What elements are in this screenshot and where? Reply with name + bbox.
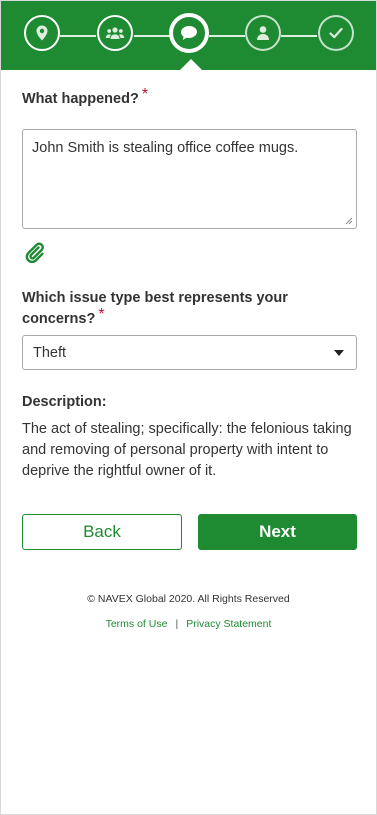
stepper-connector <box>60 35 96 37</box>
required-marker: * <box>98 306 105 323</box>
step-contact[interactable] <box>245 15 281 51</box>
stepper-connector <box>209 35 245 37</box>
step-people[interactable] <box>97 15 133 51</box>
footer-links: Terms of Use | Privacy Statement <box>1 618 376 630</box>
issue-type-label-text: Which issue type best represents your co… <box>22 290 288 327</box>
people-icon <box>105 27 125 39</box>
active-step-inner <box>173 17 205 49</box>
footer-separator: | <box>175 618 179 630</box>
step-details-active[interactable] <box>169 13 209 53</box>
what-happened-label-text: What happened? <box>22 91 139 107</box>
what-happened-value: John Smith is stealing office coffee mug… <box>32 140 299 156</box>
checkmark-icon <box>329 27 343 39</box>
terms-of-use-link[interactable]: Terms of Use <box>106 618 168 630</box>
chat-bubble-icon <box>181 26 197 40</box>
privacy-statement-link[interactable]: Privacy Statement <box>186 618 271 630</box>
active-step-pointer <box>180 59 202 70</box>
stepper-connector <box>281 35 317 37</box>
dropdown-caret-icon <box>334 349 344 356</box>
back-button[interactable]: Back <box>22 514 182 550</box>
step-review[interactable] <box>318 15 354 51</box>
paperclip-icon[interactable] <box>23 241 45 263</box>
description-label: Description: <box>22 394 107 410</box>
step-location[interactable] <box>24 15 60 51</box>
issue-type-label: Which issue type best represents your co… <box>22 288 322 330</box>
issue-type-select[interactable]: Theft <box>22 335 357 370</box>
person-icon <box>257 26 269 40</box>
what-happened-textarea[interactable]: John Smith is stealing office coffee mug… <box>22 129 357 229</box>
resize-handle-icon[interactable] <box>345 217 353 225</box>
description-text: The act of stealing; specifically: the f… <box>22 421 352 479</box>
location-pin-icon <box>36 25 48 41</box>
report-form-screen: What happened? * John Smith is stealing o… <box>0 0 377 815</box>
required-marker: * <box>141 86 149 103</box>
stepper-connector <box>134 35 170 37</box>
what-happened-label: What happened? * <box>22 86 148 109</box>
next-button[interactable]: Next <box>198 514 357 550</box>
issue-type-selected-value: Theft <box>33 344 67 361</box>
copyright-text: © NAVEX Global 2020. All Rights Reserved <box>87 593 290 605</box>
progress-stepper <box>1 1 376 70</box>
